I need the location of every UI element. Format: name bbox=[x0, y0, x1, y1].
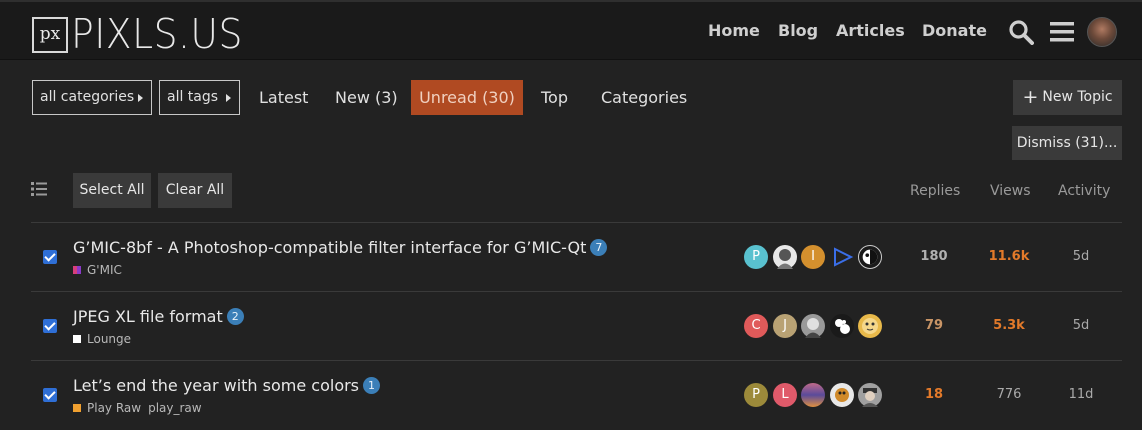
category-color-swatch bbox=[73, 266, 81, 274]
site-logo[interactable]: px PIXLS.US bbox=[32, 14, 258, 55]
tab-categories[interactable]: Categories bbox=[601, 80, 687, 115]
poster-avatars: P I bbox=[744, 245, 884, 269]
topic-checkbox[interactable] bbox=[43, 319, 57, 333]
poster-avatar[interactable] bbox=[801, 314, 825, 338]
dismiss-button[interactable]: Dismiss (31)... bbox=[1012, 126, 1122, 160]
poster-avatars: C J bbox=[744, 314, 884, 338]
clear-all-button[interactable]: Clear All bbox=[158, 173, 232, 208]
topic-tag[interactable]: play_raw bbox=[148, 401, 202, 415]
nav-home[interactable]: Home bbox=[708, 21, 760, 40]
topic-title[interactable]: G’MIC-8bf - A Photoshop-compatible filte… bbox=[73, 238, 608, 257]
poster-avatar[interactable]: P bbox=[744, 383, 768, 407]
tab-unread[interactable]: Unread (30) bbox=[411, 80, 523, 115]
topic-category[interactable]: Play Raw play_raw bbox=[73, 401, 202, 415]
topic-row: JPEG XL file format 2 Lounge C J 79 5.3k … bbox=[31, 291, 1122, 360]
view-count: 776 bbox=[996, 387, 1022, 402]
search-icon[interactable] bbox=[1008, 19, 1034, 45]
poster-avatar[interactable] bbox=[801, 383, 825, 407]
topic-category[interactable]: Lounge bbox=[73, 332, 131, 346]
unread-count-badge[interactable]: 1 bbox=[363, 377, 381, 394]
view-count: 11.6k bbox=[988, 249, 1030, 264]
topic-title[interactable]: JPEG XL file format 2 bbox=[73, 307, 244, 326]
tab-top[interactable]: Top bbox=[541, 80, 568, 115]
poster-avatar[interactable] bbox=[858, 245, 882, 269]
nav-donate[interactable]: Donate bbox=[922, 21, 987, 40]
reply-count[interactable]: 18 bbox=[904, 387, 964, 402]
column-views[interactable]: Views bbox=[990, 183, 1031, 199]
view-count: 5.3k bbox=[993, 318, 1025, 333]
category-dropdown-label: all categories bbox=[40, 89, 135, 105]
reply-count[interactable]: 79 bbox=[904, 318, 964, 333]
user-avatar[interactable] bbox=[1087, 17, 1117, 47]
tags-dropdown-label: all tags bbox=[167, 89, 219, 105]
poster-avatar[interactable]: C bbox=[744, 314, 768, 338]
plus-icon: + bbox=[1022, 86, 1039, 108]
activity-time[interactable]: 5d bbox=[1051, 318, 1111, 333]
category-color-swatch bbox=[73, 404, 81, 412]
poster-avatar[interactable] bbox=[858, 383, 882, 407]
poster-avatars: P L bbox=[744, 383, 884, 407]
nav-blog[interactable]: Blog bbox=[778, 21, 818, 40]
topic-title[interactable]: Let’s end the year with some colors 1 bbox=[73, 376, 381, 395]
tab-new[interactable]: New (3) bbox=[335, 80, 398, 115]
topic-checkbox[interactable] bbox=[43, 250, 57, 264]
topic-category[interactable]: G'MIC bbox=[73, 263, 122, 277]
poster-avatar[interactable] bbox=[830, 383, 854, 407]
category-name: Lounge bbox=[87, 332, 132, 346]
select-all-button[interactable]: Select All bbox=[73, 173, 151, 208]
poster-avatar[interactable]: J bbox=[773, 314, 797, 338]
new-topic-label: New Topic bbox=[1042, 89, 1113, 105]
category-name: G'MIC bbox=[87, 263, 122, 277]
poster-avatar[interactable]: P bbox=[744, 245, 768, 269]
unread-count-badge[interactable]: 7 bbox=[590, 239, 608, 256]
tags-dropdown[interactable]: all tags bbox=[159, 80, 240, 115]
activity-time[interactable]: 5d bbox=[1051, 249, 1111, 264]
caret-right-icon bbox=[138, 94, 143, 102]
topic-row: Let’s end the year with some colors 1 Pla… bbox=[31, 360, 1122, 429]
poster-avatar[interactable] bbox=[830, 245, 854, 269]
bulk-select-icon[interactable] bbox=[31, 182, 47, 196]
reply-count[interactable]: 180 bbox=[904, 249, 964, 264]
poster-avatar[interactable] bbox=[773, 245, 797, 269]
poster-avatar[interactable]: L bbox=[773, 383, 797, 407]
topic-checkbox[interactable] bbox=[43, 388, 57, 402]
column-activity[interactable]: Activity bbox=[1058, 183, 1110, 199]
category-dropdown[interactable]: all categories bbox=[32, 80, 152, 115]
tab-latest[interactable]: Latest bbox=[259, 80, 308, 115]
nav-articles[interactable]: Articles bbox=[836, 21, 905, 40]
poster-avatar[interactable] bbox=[858, 314, 882, 338]
caret-right-icon bbox=[226, 94, 231, 102]
column-replies[interactable]: Replies bbox=[910, 183, 960, 199]
logo-mark: px bbox=[32, 16, 68, 53]
new-topic-button[interactable]: + New Topic bbox=[1013, 80, 1122, 115]
unread-count-badge[interactable]: 2 bbox=[226, 308, 244, 325]
site-header: px PIXLS.US Home Blog Articles Donate bbox=[0, 0, 1142, 60]
category-name: Play Raw bbox=[87, 401, 142, 415]
topic-row: G’MIC-8bf - A Photoshop-compatible filte… bbox=[31, 222, 1122, 291]
menu-icon[interactable] bbox=[1050, 21, 1074, 43]
category-color-swatch bbox=[73, 335, 81, 343]
logo-text: PIXLS.US bbox=[71, 10, 243, 58]
activity-time[interactable]: 11d bbox=[1051, 387, 1111, 402]
poster-avatar[interactable]: I bbox=[801, 245, 825, 269]
poster-avatar[interactable] bbox=[830, 314, 854, 338]
